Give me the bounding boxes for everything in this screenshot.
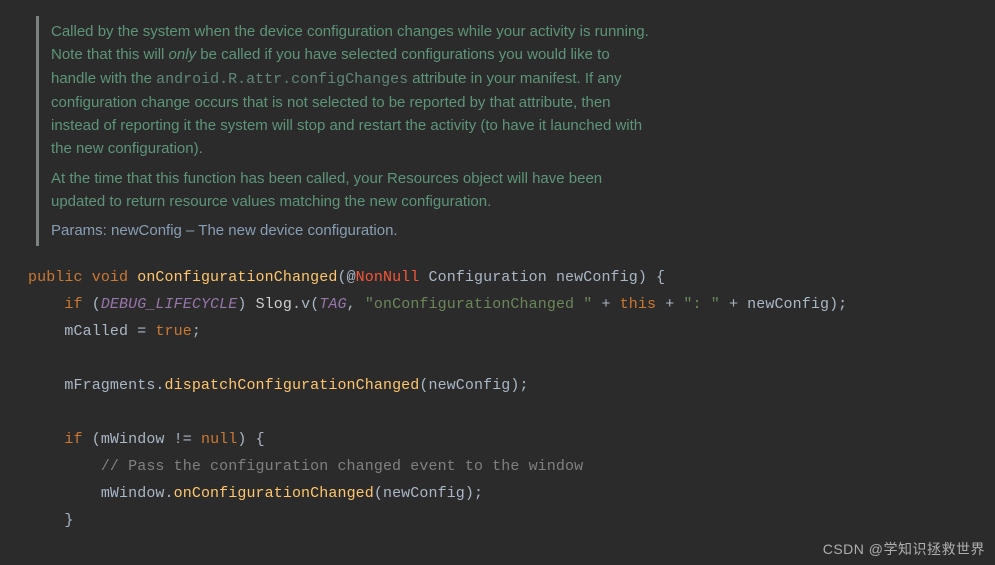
watermark: CSDN @学知识拯救世界 bbox=[823, 539, 985, 559]
code-line: mWindow.onConfigurationChanged(newConfig… bbox=[28, 480, 995, 507]
doc-params: Params: newConfig – The new device confi… bbox=[51, 219, 658, 242]
javadoc-block: Called by the system when the device con… bbox=[36, 16, 658, 246]
code-blank-line bbox=[28, 345, 995, 372]
code-line: mFragments.dispatchConfigurationChanged(… bbox=[28, 372, 995, 399]
code-line: if (DEBUG_LIFECYCLE) Slog.v(TAG, "onConf… bbox=[28, 291, 995, 318]
code-line: } bbox=[28, 507, 995, 534]
code-editor[interactable]: public void onConfigurationChanged(@NonN… bbox=[0, 264, 995, 534]
code-line: if (mWindow != null) { bbox=[28, 426, 995, 453]
doc-paragraph-1: Called by the system when the device con… bbox=[51, 20, 658, 161]
doc-paragraph-2: At the time that this function has been … bbox=[51, 167, 658, 214]
code-line: mCalled = true; bbox=[28, 318, 995, 345]
code-line: // Pass the configuration changed event … bbox=[28, 453, 995, 480]
api-link[interactable]: android.R.attr.configChanges bbox=[156, 71, 408, 88]
code-line: public void onConfigurationChanged(@NonN… bbox=[28, 264, 995, 291]
code-blank-line bbox=[28, 399, 995, 426]
